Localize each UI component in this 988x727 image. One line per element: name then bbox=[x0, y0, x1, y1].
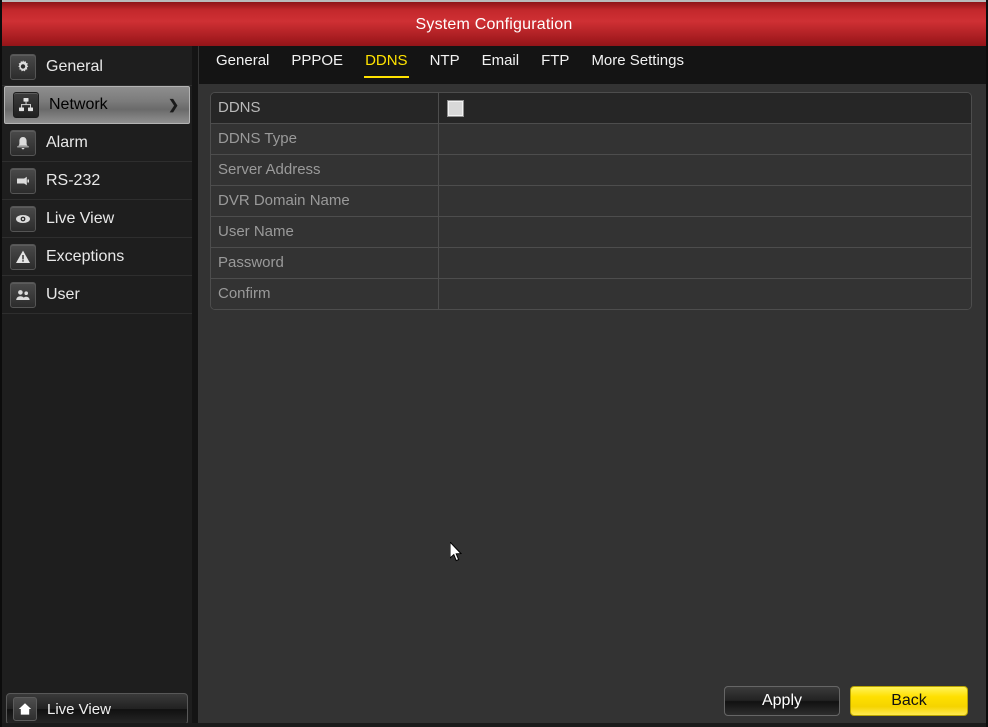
tab-more-settings[interactable]: More Settings bbox=[580, 46, 695, 77]
sidebar-item-user[interactable]: User bbox=[2, 276, 192, 314]
sidebar-item-label: Live View bbox=[46, 209, 115, 227]
ddns-enable-checkbox[interactable] bbox=[447, 99, 464, 117]
user-name-input[interactable] bbox=[439, 217, 971, 247]
sidebar-item-network[interactable]: Network ❯ bbox=[4, 86, 190, 124]
sidebar-item-label: RS-232 bbox=[46, 171, 101, 189]
sidebar: General Network ❯ Alarm RS-232 Live View… bbox=[2, 46, 193, 727]
live-view-button[interactable]: Live View bbox=[6, 693, 188, 725]
sidebar-item-rs232[interactable]: RS-232 bbox=[2, 162, 192, 200]
form-row-server-address: Server Address bbox=[211, 155, 971, 186]
users-icon bbox=[10, 281, 36, 308]
back-button[interactable]: Back bbox=[850, 686, 968, 716]
live-view-button-label: Live View bbox=[47, 700, 111, 718]
form-label-dvr-domain-name: DVR Domain Name bbox=[211, 186, 439, 216]
sidebar-item-label: Network bbox=[49, 96, 108, 113]
chevron-right-icon: ❯ bbox=[168, 97, 179, 112]
system-configuration-window: System Configuration General Network ❯ A… bbox=[0, 0, 988, 727]
ddns-type-select[interactable] bbox=[439, 124, 971, 154]
tab-ntp[interactable]: NTP bbox=[419, 46, 471, 77]
sidebar-item-label: User bbox=[46, 285, 80, 303]
server-address-input[interactable] bbox=[439, 155, 971, 185]
confirm-input[interactable] bbox=[439, 279, 971, 309]
sidebar-item-live-view[interactable]: Live View bbox=[2, 200, 192, 238]
form-row-ddns: DDNS bbox=[211, 93, 971, 124]
tab-ddns[interactable]: DDNS bbox=[354, 46, 419, 78]
tab-pppoe[interactable]: PPPOE bbox=[280, 46, 354, 77]
sidebar-item-label: Exceptions bbox=[46, 247, 125, 265]
password-input[interactable] bbox=[439, 248, 971, 278]
form-row-dvr-domain-name: DVR Domain Name bbox=[211, 186, 971, 217]
form-row-password: Password bbox=[211, 248, 971, 279]
form-label-ddns-type: DDNS Type bbox=[211, 124, 439, 154]
sidebar-item-general[interactable]: General bbox=[2, 48, 192, 86]
tab-general[interactable]: General bbox=[205, 46, 280, 77]
apply-button[interactable]: Apply bbox=[724, 686, 840, 716]
ddns-settings-form: DDNS DDNS Type Server Address DVR Domain… bbox=[210, 92, 972, 310]
warning-triangle-icon bbox=[10, 243, 36, 270]
content-panel: General PPPOE DDNS NTP Email FTP More Se… bbox=[199, 46, 986, 727]
window-bottom-edge bbox=[2, 723, 986, 727]
form-value-ddns bbox=[439, 93, 971, 123]
sidebar-item-label: Alarm bbox=[46, 133, 88, 151]
sidebar-item-exceptions[interactable]: Exceptions bbox=[2, 238, 192, 276]
tab-bar: General PPPOE DDNS NTP Email FTP More Se… bbox=[199, 46, 986, 84]
tab-email[interactable]: Email bbox=[471, 46, 531, 77]
sidebar-menu: General Network ❯ Alarm RS-232 Live View… bbox=[2, 48, 192, 314]
gear-icon bbox=[10, 53, 36, 80]
form-label-confirm: Confirm bbox=[211, 279, 439, 309]
network-icon bbox=[13, 92, 39, 118]
form-label-password: Password bbox=[211, 248, 439, 278]
form-row-confirm: Confirm bbox=[211, 279, 971, 309]
eye-icon bbox=[10, 205, 36, 232]
sidebar-item-label: General bbox=[46, 57, 103, 75]
window-title: System Configuration bbox=[415, 16, 573, 33]
form-row-user-name: User Name bbox=[211, 217, 971, 248]
dvr-domain-name-input[interactable] bbox=[439, 186, 971, 216]
form-label-user-name: User Name bbox=[211, 217, 439, 247]
form-label-server-address: Server Address bbox=[211, 155, 439, 185]
tab-ftp[interactable]: FTP bbox=[530, 46, 580, 77]
home-icon bbox=[13, 697, 37, 721]
window-titlebar: System Configuration bbox=[2, 0, 986, 48]
alarm-bell-icon bbox=[10, 129, 36, 156]
sidebar-item-alarm[interactable]: Alarm bbox=[2, 124, 192, 162]
form-row-ddns-type: DDNS Type bbox=[211, 124, 971, 155]
serial-port-icon bbox=[10, 167, 36, 194]
sidebar-content-divider bbox=[192, 46, 199, 727]
form-label-ddns: DDNS bbox=[211, 93, 439, 123]
